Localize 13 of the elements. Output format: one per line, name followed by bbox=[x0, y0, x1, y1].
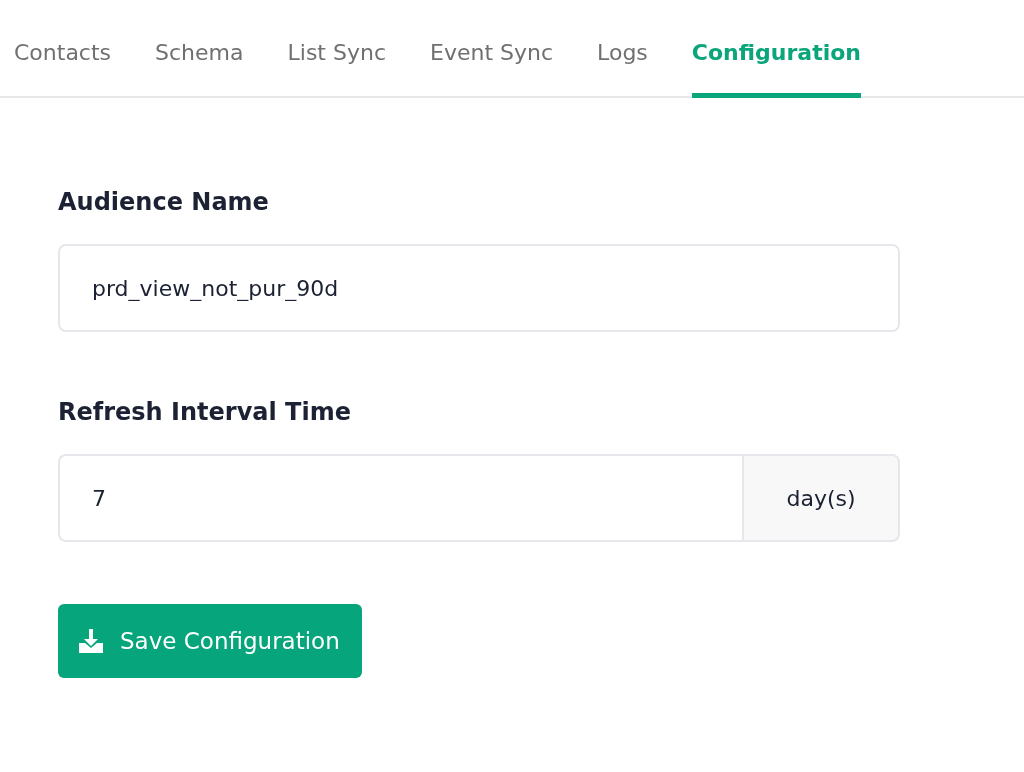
tab[interactable]: Configuration bbox=[691, 40, 861, 98]
save-button[interactable]: Save Configuration bbox=[58, 604, 362, 678]
unit-addon: day(s) bbox=[742, 454, 900, 542]
input-field[interactable]: prd_view_not_pur_90d bbox=[58, 244, 900, 332]
tab[interactable]: Schema bbox=[155, 40, 244, 98]
download-icon bbox=[78, 628, 104, 654]
input-field[interactable]: 7 bbox=[58, 454, 742, 542]
tab[interactable]: List Sync bbox=[287, 40, 386, 98]
tab[interactable]: Contacts bbox=[14, 40, 112, 98]
field-label: Audience Name bbox=[58, 188, 270, 216]
field-label: Refresh Interval Time bbox=[58, 398, 352, 426]
tab[interactable]: Event Sync bbox=[430, 40, 554, 98]
tab[interactable]: Logs bbox=[597, 40, 648, 98]
